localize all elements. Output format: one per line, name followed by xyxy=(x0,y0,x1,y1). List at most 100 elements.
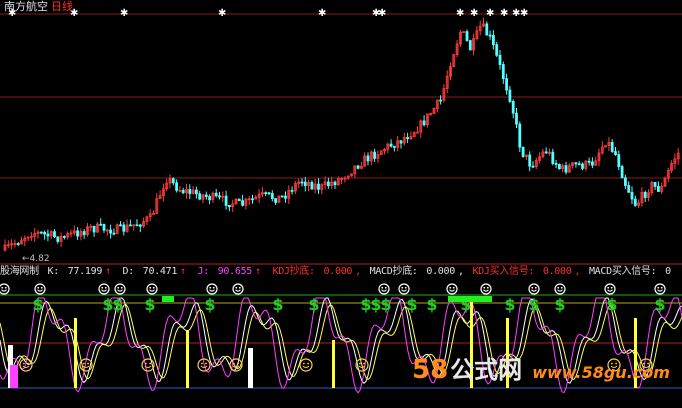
k-label: K: xyxy=(47,266,60,277)
candle-body xyxy=(224,195,228,206)
candle-body xyxy=(498,54,502,65)
smiley-mouth xyxy=(101,289,107,292)
candle-body xyxy=(310,182,314,190)
candle-body xyxy=(43,231,46,235)
chart-canvas[interactable]: ✱ ✱ ✱ ✱ ✱ ✱✱ ✱ ✱ ✱ ✱ ✱ ✱ $ $$ $ $ $ $ $$$ $ $ $ $ $ $ $ $ xyxy=(0,0,682,408)
macd-buy-label: MACD买入信号: xyxy=(588,266,657,277)
star-marker-icon: ✱ xyxy=(120,8,128,19)
candle-body xyxy=(544,151,548,154)
smiley-mouth xyxy=(144,365,152,369)
signal-bar xyxy=(186,330,189,388)
candle-body xyxy=(657,185,660,192)
candle-body xyxy=(284,195,287,199)
smiley-eye xyxy=(449,286,452,289)
candle-body xyxy=(485,23,489,36)
candle-body xyxy=(653,181,657,187)
smiley-eye xyxy=(23,362,25,365)
candle-body xyxy=(171,178,175,184)
candle-body xyxy=(558,164,561,169)
smiley-eye xyxy=(212,286,215,289)
candle-body xyxy=(495,44,499,56)
candle-body xyxy=(574,162,578,165)
star-marker-icon: ✱ xyxy=(500,8,508,19)
j-label: J: xyxy=(197,266,210,277)
smiley-eye xyxy=(557,286,560,289)
candle-body xyxy=(333,181,337,186)
macd-bottom-label: MACD抄底: xyxy=(369,266,418,277)
smiley-eye xyxy=(149,362,152,365)
smiley-mouth xyxy=(449,289,455,292)
smiley-eye xyxy=(4,286,7,289)
candle-body xyxy=(614,151,617,155)
price-low-value: 4.82 xyxy=(29,254,50,264)
smiley-icon xyxy=(98,283,110,295)
macd-buy-readout: MACD买入信号: 0 xyxy=(589,266,674,277)
kdj-bottom-label: KDJ抄底: xyxy=(272,266,316,277)
dollar-sign-icon: $ xyxy=(144,295,155,314)
candle-body xyxy=(531,165,535,168)
k-up-arrow-icon: ↑ xyxy=(105,266,111,277)
candle-body xyxy=(366,155,370,162)
smiley-mouth xyxy=(401,289,407,292)
candle-body xyxy=(16,243,20,245)
stock-name: 南方航空 xyxy=(4,0,48,13)
candle-body xyxy=(251,198,254,201)
candle-body xyxy=(521,146,525,157)
smiley-icon xyxy=(206,283,218,295)
indicator-name[interactable]: 股海网制 xyxy=(0,266,39,277)
smiley-eye xyxy=(560,286,563,289)
dollar-sign-icon: $ xyxy=(554,295,565,314)
candle-body xyxy=(119,224,122,227)
candle-body xyxy=(501,64,505,80)
smiley-icon xyxy=(604,283,616,295)
candle-body xyxy=(465,31,469,41)
candle-body xyxy=(488,34,492,37)
candle-body xyxy=(227,205,231,208)
star-marker-icon: ✱ xyxy=(520,8,528,19)
kdj-bottom-value: 0.000 xyxy=(323,266,353,277)
smiley-mouth xyxy=(235,289,241,292)
kdj-buy-readout: KDJ买入信号: 0.000, xyxy=(472,266,581,277)
smiley-eye xyxy=(607,286,610,289)
candle-body xyxy=(627,185,631,193)
candle-body xyxy=(92,225,96,233)
candle-body xyxy=(356,165,360,169)
dollar-sign-icon: $ xyxy=(528,295,539,314)
d-up-arrow-icon: ↑ xyxy=(180,266,186,277)
smiley-eye xyxy=(660,286,663,289)
dollar-sign-icon: $ xyxy=(272,295,283,314)
buy-block-marker xyxy=(448,296,492,302)
watermark-url: www.58gu.com xyxy=(532,363,670,382)
smiley-eye xyxy=(120,286,123,289)
smiley-eye xyxy=(404,286,407,289)
smiley-eye xyxy=(205,362,208,365)
smiley-icon xyxy=(34,283,46,295)
smiley-eye xyxy=(384,286,387,289)
candle-body xyxy=(317,183,320,190)
smiley-eye xyxy=(1,286,4,289)
signal-bar xyxy=(248,348,253,388)
signal-bar xyxy=(74,318,77,388)
candle-body xyxy=(241,200,245,206)
candle-body xyxy=(439,99,443,102)
smiley-icon xyxy=(480,283,492,295)
kdj-buy-value: 0.000 xyxy=(542,266,572,277)
candle-body xyxy=(63,236,66,238)
candle-body xyxy=(643,191,647,198)
candlestick-series xyxy=(3,17,680,252)
dollar-sign-icon: $ xyxy=(112,295,123,314)
dollar-sign-icon: $ xyxy=(606,295,617,314)
dollar-sign-icon: $ xyxy=(380,295,391,314)
candle-body xyxy=(138,224,142,227)
j-up-arrow-icon: ↑ xyxy=(255,266,261,277)
dollar-sign-icon: $ xyxy=(504,295,515,314)
smiley-eye xyxy=(27,362,29,365)
smiley-icon xyxy=(528,283,540,295)
smiley-eye xyxy=(104,286,107,289)
period-label[interactable]: 日线 xyxy=(51,0,73,13)
candle-body xyxy=(204,194,208,197)
macd-bottom-readout: MACD抄底: 0.000, xyxy=(369,266,464,277)
watermark-number: 58 xyxy=(412,355,449,385)
watermark: 58公式网 www.58gu.com xyxy=(412,350,670,385)
candle-body xyxy=(76,230,79,237)
